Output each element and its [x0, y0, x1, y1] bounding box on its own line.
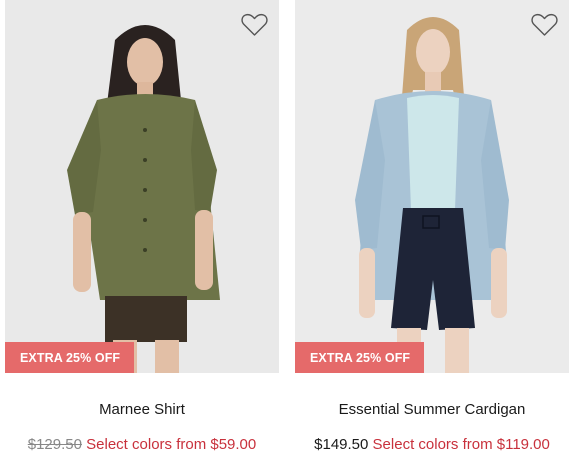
original-price: $129.50: [27, 436, 82, 453]
product-image[interactable]: EXTRA 25% OFF: [295, 0, 569, 373]
heart-icon: [530, 13, 558, 36]
heart-icon: [240, 13, 268, 36]
product-name[interactable]: Marnee Shirt: [5, 401, 279, 418]
product-image[interactable]: EXTRA 25% OFF: [5, 0, 279, 373]
product-grid: EXTRA 25% OFF Marnee Shirt $129.50 Selec…: [0, 0, 574, 465]
product-card[interactable]: EXTRA 25% OFF Essential Summer Cardigan …: [295, 0, 569, 465]
original-price: $149.50: [314, 436, 369, 453]
promo-badge: EXTRA 25% OFF: [5, 342, 135, 373]
price-row: $129.50 Select colors from $59.00: [5, 436, 279, 453]
wishlist-heart-icon[interactable]: [239, 10, 269, 40]
price-row: $149.50 Select colors from $119.00: [295, 436, 569, 453]
model-photo: [5, 0, 279, 373]
product-card[interactable]: EXTRA 25% OFF Marnee Shirt $129.50 Selec…: [5, 0, 279, 465]
sale-price: Select colors from $119.00: [372, 436, 550, 453]
sale-price: Select colors from $59.00: [86, 436, 257, 453]
wishlist-heart-icon[interactable]: [529, 10, 559, 40]
promo-badge: EXTRA 25% OFF: [295, 342, 425, 373]
model-photo: [295, 0, 569, 373]
product-name[interactable]: Essential Summer Cardigan: [295, 401, 569, 418]
